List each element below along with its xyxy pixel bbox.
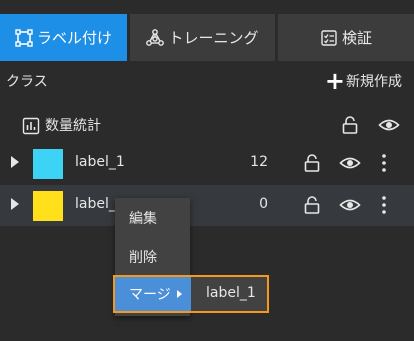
class-color-swatch[interactable]: [33, 191, 63, 221]
tab-training[interactable]: トレーニング: [130, 14, 275, 61]
unlock-icon[interactable]: [302, 153, 322, 173]
class-panel-title: クラス: [6, 74, 48, 90]
eye-all-icon[interactable]: [378, 115, 400, 135]
expand-arrow-icon[interactable]: [11, 156, 19, 168]
tab-training-text: トレーニング: [168, 29, 259, 47]
tab-verify-text: 検証: [341, 29, 372, 47]
class-count: 0: [259, 196, 268, 212]
tab-labeling[interactable]: ラベル付け: [0, 14, 127, 61]
bar-chart-icon: [22, 117, 40, 135]
eye-icon[interactable]: [339, 195, 361, 215]
menu-item-edit[interactable]: 編集: [129, 208, 157, 228]
plus-icon: +: [324, 67, 345, 95]
network-icon: [146, 28, 165, 46]
unlock-all-icon[interactable]: [340, 115, 360, 135]
stats-row[interactable]: 数量統計: [0, 106, 414, 144]
class-row[interactable]: label_ 0: [0, 185, 414, 226]
class-name: label_: [75, 196, 116, 212]
submenu-arrow-icon: [176, 290, 182, 298]
class-panel-header: クラス + 新規作成: [0, 62, 414, 100]
menu-item-merge-label: マージ: [129, 287, 171, 303]
bounding-box-icon: [15, 28, 33, 47]
more-options-icon[interactable]: [380, 153, 388, 173]
expand-arrow-icon[interactable]: [11, 198, 19, 210]
eye-icon[interactable]: [339, 153, 361, 173]
class-count: 12: [250, 154, 268, 170]
tab-labeling-text: ラベル付け: [36, 29, 112, 47]
class-row[interactable]: label_1 12: [0, 143, 414, 184]
menu-item-delete[interactable]: 削除: [129, 247, 157, 267]
checklist-icon: [321, 29, 337, 46]
new-class-button[interactable]: + 新規作成: [324, 67, 402, 95]
unlock-icon[interactable]: [302, 195, 322, 215]
new-class-label: 新規作成: [346, 74, 402, 90]
tab-bar: ラベル付け トレーニング 検証: [0, 0, 414, 62]
merge-highlight-box: マージ label_1: [113, 275, 269, 313]
class-color-swatch[interactable]: [33, 149, 63, 179]
stats-label: 数量統計: [45, 118, 101, 134]
menu-item-merge[interactable]: マージ: [115, 277, 191, 311]
submenu-item-label-1[interactable]: label_1: [206, 285, 256, 301]
more-options-icon[interactable]: [380, 195, 388, 215]
tab-verify[interactable]: 検証: [278, 14, 414, 61]
class-name: label_1: [75, 154, 125, 170]
